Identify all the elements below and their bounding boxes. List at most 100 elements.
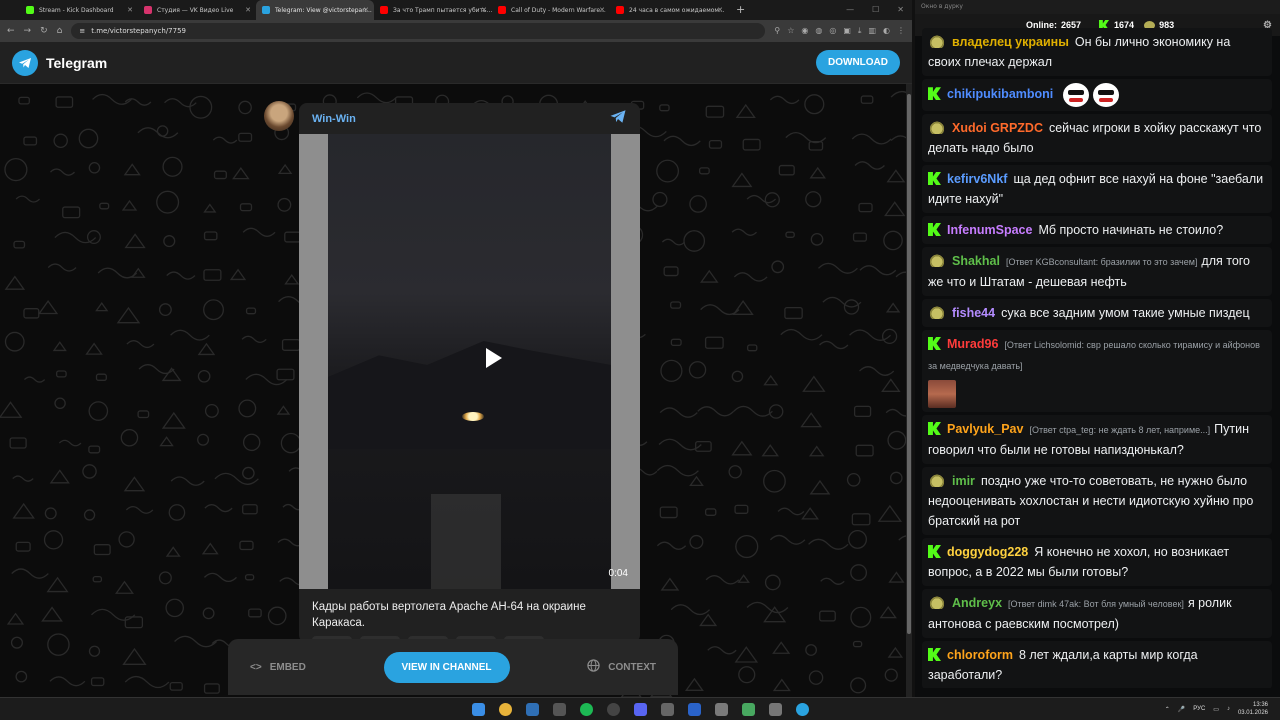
microphone-icon[interactable]: 🎤	[1178, 706, 1185, 713]
extension-icon[interactable]: ◎	[829, 26, 836, 36]
channel-avatar[interactable]	[264, 101, 294, 131]
profile-icon[interactable]: ◐	[883, 26, 890, 36]
doodle-shape	[232, 167, 250, 180]
doodle-shape	[820, 577, 845, 585]
app-icon[interactable]	[660, 702, 674, 716]
clock[interactable]: 13:36 03.01.2026	[1238, 701, 1268, 717]
extension-icon[interactable]: ◉	[801, 26, 808, 36]
telegram-logo-icon[interactable]	[12, 49, 38, 76]
doodle-shape	[203, 572, 237, 583]
split-icon[interactable]: ▥	[868, 26, 876, 36]
volume-icon[interactable]: ♪	[1227, 706, 1230, 712]
doodle-shape	[738, 666, 756, 684]
obs-icon[interactable]	[606, 702, 620, 716]
tab-close-icon[interactable]: ✕	[717, 6, 723, 14]
post-actions-bar: <> EMBED VIEW IN CHANNEL CONTEXT	[228, 639, 678, 695]
steam-icon[interactable]	[525, 702, 539, 716]
discord-icon[interactable]	[633, 702, 647, 716]
context-button[interactable]: CONTEXT	[587, 659, 656, 675]
browser-tab[interactable]: Call of Duty - Modern Warfare... ✕	[492, 0, 610, 20]
channel-name[interactable]: Win-Win	[312, 113, 356, 125]
chat-username[interactable]: Andreyx	[952, 596, 1002, 610]
download-icon[interactable]: ⤓	[858, 26, 862, 36]
telegram-title[interactable]: Telegram	[46, 55, 107, 71]
chat-username[interactable]: InfenumSpace	[947, 223, 1032, 237]
doodle-shape	[855, 444, 874, 457]
network-icon[interactable]: ▭	[1213, 706, 1219, 713]
tab-favicon-icon	[144, 6, 152, 14]
play-icon[interactable]	[486, 348, 502, 368]
tab-close-icon[interactable]: ✕	[245, 6, 251, 14]
browser-tab[interactable]: Студия — VK Видео Live ✕	[138, 0, 256, 20]
browser-tab[interactable]: Telegram: View @victorstepan... ✕	[256, 0, 374, 20]
url-field[interactable]: ≡ t.me/victorstepanych/7759	[71, 23, 766, 39]
site-info-icon[interactable]: ≡	[79, 27, 85, 35]
browser-tab[interactable]: 24 часа в самом ожидаемом... ✕	[610, 0, 728, 20]
doodle-shape	[12, 502, 35, 519]
chrome-icon[interactable]	[498, 702, 512, 716]
doodle-shape	[118, 531, 135, 548]
forward-icon[interactable]: →	[24, 26, 32, 36]
doodle-shape	[280, 432, 302, 454]
chat-username[interactable]: Pavlyuk_Pav	[947, 422, 1023, 436]
new-tab-icon[interactable]: +	[728, 0, 753, 20]
puzzle-icon[interactable]: ▣	[843, 26, 851, 36]
star-icon[interactable]: ☆	[787, 26, 794, 36]
doodle-shape	[886, 169, 906, 183]
chat-username[interactable]: imir	[952, 474, 975, 488]
chat-messages[interactable]: владелец украины Он бы лично экономику на…	[922, 28, 1272, 688]
chat-username[interactable]: Murad96	[947, 337, 998, 351]
tab-close-icon[interactable]: ✕	[599, 6, 605, 14]
home-icon[interactable]: ⌂	[57, 26, 63, 36]
doodle-shape	[201, 542, 219, 555]
browser-tab[interactable]: Stream - Kick Dashboard ✕	[20, 0, 138, 20]
doodle-shape	[242, 433, 261, 452]
player-icon[interactable]	[687, 702, 701, 716]
start-icon[interactable]	[471, 702, 485, 716]
doodle-shape	[126, 340, 155, 349]
video-player[interactable]: 0:04	[299, 134, 640, 589]
doodle-shape	[879, 606, 897, 619]
reload-icon[interactable]: ↻	[40, 26, 48, 36]
back-icon[interactable]: ←	[7, 26, 15, 36]
tab-title: Telegram: View @victorstepan...	[275, 6, 372, 14]
telegram-share-icon[interactable]	[609, 109, 627, 128]
scrollbar-thumb[interactable]	[907, 94, 911, 634]
doodle-shape	[663, 135, 701, 147]
minimize-icon[interactable]: —	[846, 5, 854, 15]
doodle-shape	[731, 370, 744, 383]
tray-chevron-icon[interactable]: ⌃	[1165, 706, 1170, 713]
doodle-shape	[884, 668, 898, 682]
chat-username[interactable]: Xudoi GRPZDC	[952, 121, 1043, 135]
chat-username[interactable]: kefirv6Nkf	[947, 172, 1007, 186]
view-in-channel-button[interactable]: VIEW IN CHANNEL	[383, 651, 510, 683]
menu-icon[interactable]: ⋮	[897, 26, 905, 36]
app-icon[interactable]	[768, 702, 782, 716]
tab-close-icon[interactable]: ✕	[363, 6, 369, 14]
zoom-icon[interactable]: ⚲	[774, 26, 780, 36]
extension-icon[interactable]: ◍	[815, 26, 822, 36]
tab-close-icon[interactable]: ✕	[127, 6, 133, 14]
download-button[interactable]: DOWNLOAD	[816, 50, 900, 75]
page-scrollbar[interactable]	[906, 84, 912, 697]
chat-username[interactable]: doggydog228	[947, 545, 1028, 559]
app-icon[interactable]	[714, 702, 728, 716]
chat-username[interactable]: fishe44	[952, 306, 995, 320]
chat-username[interactable]: chikipukibamboni	[947, 87, 1053, 101]
doodle-shape	[54, 397, 66, 409]
language-indicator[interactable]: РУС	[1193, 706, 1205, 712]
doodle-shape	[689, 534, 704, 549]
spotify-icon[interactable]	[579, 702, 593, 716]
close-icon[interactable]: ✕	[897, 5, 904, 15]
tab-close-icon[interactable]: ✕	[481, 6, 487, 14]
chat-username[interactable]: Shakhal	[952, 254, 1000, 268]
chat-username[interactable]: chloroform	[947, 648, 1013, 662]
app-icon[interactable]	[741, 702, 755, 716]
browser-tab[interactable]: За что Трамп пытается убить... ✕	[374, 0, 492, 20]
embed-button[interactable]: <> EMBED	[250, 662, 306, 673]
app-icon[interactable]	[552, 702, 566, 716]
doodle-shape	[683, 230, 706, 252]
maximize-icon[interactable]: ☐	[872, 5, 879, 15]
chat-username[interactable]: владелец украины	[952, 35, 1069, 49]
telegram-taskbar-icon[interactable]	[795, 702, 809, 716]
